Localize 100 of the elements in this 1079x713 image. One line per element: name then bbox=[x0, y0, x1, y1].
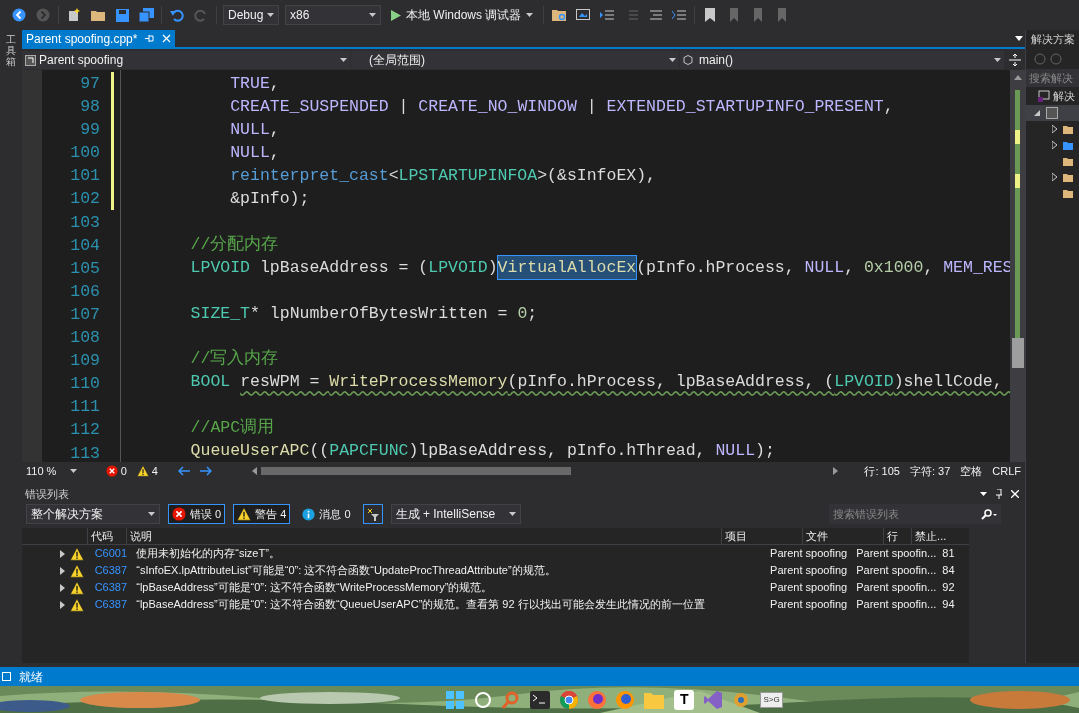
error-description: “sInfoEX.lpAttributeList”可能是“0”: 这不符合函数“UpdateProcThreadAttribute”的规范。 bbox=[135, 563, 557, 579]
warning-icon bbox=[70, 597, 84, 612]
error-row[interactable]: C6387 “sInfoEX.lpAttributeList”可能是“0”: 这不符合函数“UpdateProcThreadAttribute”的规范。 Parent spoofing Parent spoofin... 84 bbox=[22, 562, 969, 579]
file-cell-text: Parent spoofin... bbox=[855, 580, 938, 596]
expand-icon[interactable] bbox=[1052, 173, 1057, 181]
code-token: , bbox=[844, 257, 856, 280]
project-cell-text: Parent spoofing bbox=[769, 563, 849, 579]
column-header[interactable]: 文件 bbox=[801, 527, 883, 545]
scope-dropdown[interactable]: (全局范围) bbox=[351, 51, 679, 69]
column-header[interactable]: 说明 bbox=[126, 527, 721, 545]
toolbox-tab[interactable]: 工具箱 bbox=[6, 34, 16, 67]
error-code-link[interactable]: C6001 bbox=[91, 545, 134, 562]
filter-toggle[interactable]: 警告 4 bbox=[233, 504, 291, 524]
forward-arrow-icon[interactable] bbox=[199, 466, 212, 476]
back-icon[interactable] bbox=[10, 6, 28, 24]
warning-icon bbox=[70, 580, 84, 595]
error-row[interactable]: C6001 使用未初始化的内存“sizeT”。 Parent spoofing Parent spoofin... 81 bbox=[22, 545, 969, 562]
error-row[interactable]: C6387 “lpBaseAddress”可能是“0”: 这不符合函数“QueueUserAPC”的规范。查看第 92 行以找出可能会发生此情况的前一位置 Parent spoofing Parent spoofin... 94 bbox=[22, 596, 969, 613]
code-token: )lpBaseAddress, pInfo.hThread, bbox=[408, 439, 707, 462]
code-comment: //写入内存 bbox=[189, 348, 279, 371]
magnifier-icon[interactable] bbox=[502, 690, 521, 709]
source-dropdown[interactable]: 生成 + IntelliSense bbox=[390, 504, 521, 524]
caret-icon bbox=[340, 58, 347, 62]
code-token: 0x1000 bbox=[863, 257, 924, 280]
column-header[interactable]: 禁止... bbox=[911, 527, 970, 545]
filter-toggle[interactable]: 消息 0 bbox=[298, 504, 355, 524]
expand-icon[interactable] bbox=[1034, 110, 1040, 116]
scroll-thumb[interactable] bbox=[1011, 338, 1024, 368]
line-cell-text: 94 bbox=[941, 597, 956, 613]
browser-icon[interactable] bbox=[560, 690, 579, 709]
code-token: | bbox=[397, 96, 410, 119]
code-token: SIZE_T bbox=[189, 302, 251, 325]
indent-indicator: 空格 bbox=[960, 463, 983, 479]
filter-icon[interactable] bbox=[362, 504, 383, 524]
file-cell-text: Parent spoofin... bbox=[855, 546, 938, 562]
code-token: , bbox=[269, 119, 280, 142]
project-dropdown[interactable]: Parent spoofing bbox=[22, 51, 350, 69]
pin-icon[interactable] bbox=[145, 34, 155, 43]
line-number: 100 bbox=[69, 142, 100, 165]
line-cell-text: 92 bbox=[941, 580, 956, 596]
horizontal-scrollbar[interactable] bbox=[251, 465, 839, 477]
vertical-scrollbar[interactable] bbox=[1010, 70, 1025, 462]
line-number: 113 bbox=[69, 442, 100, 462]
code-token: (pInfo.hProcess, lpBaseAddress, ( bbox=[507, 371, 835, 394]
line-number: 99 bbox=[79, 119, 100, 142]
warning-icon bbox=[136, 465, 149, 477]
warning-count: 4 bbox=[151, 463, 158, 479]
code-token: VirtualAllocEx bbox=[497, 256, 637, 280]
line-number: 101 bbox=[69, 165, 100, 188]
column-header[interactable]: 行 bbox=[882, 527, 912, 545]
caret-icon bbox=[994, 58, 1001, 62]
scope-dropdown[interactable]: 整个解决方案 bbox=[26, 504, 160, 524]
error-code-link[interactable]: C6387 bbox=[91, 579, 134, 596]
panel-title: 解决方案 bbox=[1031, 32, 1075, 48]
pin-icon[interactable] bbox=[995, 489, 1003, 499]
status-text: 就绪 bbox=[19, 668, 43, 686]
line-number: 107 bbox=[69, 303, 100, 326]
document-tab[interactable]: Parent spoofing.cpp* bbox=[22, 30, 176, 47]
line-number: 103 bbox=[69, 211, 100, 234]
platform-dropdown[interactable]: x86 bbox=[285, 5, 381, 25]
start-icon[interactable] bbox=[446, 690, 465, 709]
save-all-icon[interactable] bbox=[137, 6, 155, 24]
dropdown-icon[interactable] bbox=[980, 492, 987, 496]
error-row[interactable]: C6387 “lpBaseAddress”可能是“0”: 这不符合函数“WriteProcessMemory”的规范。 Parent spoofing Parent spoofin... 92 bbox=[22, 579, 969, 596]
tree-item[interactable]: 解决 bbox=[1053, 87, 1075, 105]
line-cell-text: 84 bbox=[941, 563, 956, 579]
error-code-link[interactable]: C6387 bbox=[91, 596, 134, 613]
caret-icon bbox=[369, 13, 376, 17]
text-app-icon[interactable]: T bbox=[674, 689, 695, 710]
search-field[interactable]: 搜索错误列表 bbox=[829, 504, 1001, 524]
caret-icon bbox=[508, 512, 516, 516]
code-token: ) bbox=[487, 257, 498, 280]
code-comment: //分配内存 bbox=[189, 234, 279, 256]
code-token: PAPCFUNC bbox=[329, 439, 409, 462]
line-number: 98 bbox=[79, 96, 100, 119]
play-icon bbox=[391, 9, 401, 21]
error-code-link[interactable]: C6387 bbox=[91, 562, 134, 579]
configuration-dropdown[interactable]: Debug bbox=[223, 5, 279, 25]
line-number: 111 bbox=[69, 396, 100, 419]
close-icon[interactable] bbox=[1011, 490, 1019, 498]
search-icon[interactable] bbox=[474, 690, 493, 709]
line-cell-text: 81 bbox=[941, 546, 956, 562]
warning-icon bbox=[237, 507, 252, 521]
scroll-up-icon[interactable] bbox=[1013, 75, 1022, 80]
tab-list-icon[interactable] bbox=[1015, 36, 1023, 41]
line-number: 104 bbox=[69, 234, 100, 257]
filter-toggle[interactable]: 错误 0 bbox=[168, 504, 226, 524]
search-field[interactable]: 搜索解决 bbox=[1026, 69, 1079, 87]
line-ending-indicator: CRLF bbox=[992, 463, 1021, 479]
save-icon[interactable] bbox=[113, 6, 131, 24]
column-header[interactable]: 项目 bbox=[720, 527, 802, 545]
zoom-dropdown[interactable]: 110 % bbox=[26, 462, 86, 480]
scroll-left-icon[interactable] bbox=[251, 467, 257, 475]
back-arrow-icon[interactable] bbox=[177, 466, 190, 476]
column-header[interactable]: 代码 bbox=[86, 527, 127, 545]
member-dropdown[interactable]: main() bbox=[680, 51, 1004, 69]
start-debugging-button[interactable]: 本地 Windows 调试器 bbox=[387, 5, 538, 25]
scroll-right-icon[interactable] bbox=[833, 467, 839, 475]
split-icon[interactable] bbox=[1009, 54, 1021, 66]
error-icon bbox=[172, 507, 186, 521]
